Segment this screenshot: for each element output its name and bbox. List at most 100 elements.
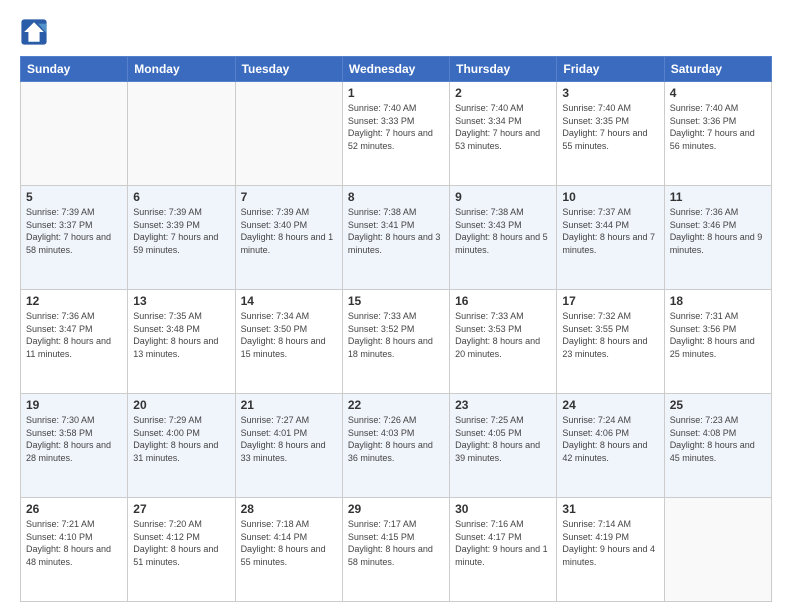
day-cell: 2 Sunrise: 7:40 AM Sunset: 3:34 PM Daylig… [450,82,557,186]
day-cell: 11 Sunrise: 7:36 AM Sunset: 3:46 PM Dayli… [664,186,771,290]
day-number: 21 [241,398,337,412]
day-cell [128,82,235,186]
day-cell: 9 Sunrise: 7:38 AM Sunset: 3:43 PM Daylig… [450,186,557,290]
day-info: Sunrise: 7:17 AM Sunset: 4:15 PM Dayligh… [348,518,444,568]
day-number: 29 [348,502,444,516]
day-cell [21,82,128,186]
day-number: 1 [348,86,444,100]
day-info: Sunrise: 7:20 AM Sunset: 4:12 PM Dayligh… [133,518,229,568]
day-cell: 5Sunrise: 7:39 AM Sunset: 3:37 PM Daylig… [21,186,128,290]
day-number: 8 [348,190,444,204]
day-number: 13 [133,294,229,308]
day-info: Sunrise: 7:27 AM Sunset: 4:01 PM Dayligh… [241,414,337,464]
day-cell: 10 Sunrise: 7:37 AM Sunset: 3:44 PM Dayli… [557,186,664,290]
day-info: Sunrise: 7:32 AM Sunset: 3:55 PM Dayligh… [562,310,658,360]
logo-icon [20,18,48,46]
page: SundayMondayTuesdayWednesdayThursdayFrid… [0,0,792,612]
day-info: Sunrise: 7:24 AM Sunset: 4:06 PM Dayligh… [562,414,658,464]
week-row-3: 12 Sunrise: 7:36 AM Sunset: 3:47 PM Dayli… [21,290,772,394]
day-cell: 6Sunrise: 7:39 AM Sunset: 3:39 PM Daylig… [128,186,235,290]
day-cell: 1 Sunrise: 7:40 AM Sunset: 3:33 PM Daylig… [342,82,449,186]
header-day-wednesday: Wednesday [342,57,449,82]
day-number: 16 [455,294,551,308]
day-number: 17 [562,294,658,308]
day-info: Sunrise: 7:33 AM Sunset: 3:53 PM Dayligh… [455,310,551,360]
day-number: 9 [455,190,551,204]
header-day-monday: Monday [128,57,235,82]
day-cell: 24 Sunrise: 7:24 AM Sunset: 4:06 PM Dayli… [557,394,664,498]
day-number: 25 [670,398,766,412]
day-cell: 21 Sunrise: 7:27 AM Sunset: 4:01 PM Dayli… [235,394,342,498]
day-cell: 26Sunrise: 7:21 AM Sunset: 4:10 PM Dayli… [21,498,128,602]
day-info: Sunrise: 7:38 AM Sunset: 3:43 PM Dayligh… [455,206,551,256]
day-number: 30 [455,502,551,516]
week-row-4: 19Sunrise: 7:30 AM Sunset: 3:58 PM Dayli… [21,394,772,498]
day-info: Sunrise: 7:29 AM Sunset: 4:00 PM Dayligh… [133,414,229,464]
day-info: Sunrise: 7:33 AM Sunset: 3:52 PM Dayligh… [348,310,444,360]
day-number: 11 [670,190,766,204]
day-cell: 27 Sunrise: 7:20 AM Sunset: 4:12 PM Dayli… [128,498,235,602]
day-number: 4 [670,86,766,100]
day-cell: 16 Sunrise: 7:33 AM Sunset: 3:53 PM Dayli… [450,290,557,394]
day-info: Sunrise: 7:36 AM Sunset: 3:46 PM Dayligh… [670,206,766,256]
day-info: Sunrise: 7:39 AM Sunset: 3:40 PM Dayligh… [241,206,337,256]
day-number: 24 [562,398,658,412]
day-info: Sunrise: 7:37 AM Sunset: 3:44 PM Dayligh… [562,206,658,256]
day-number: 12 [26,294,122,308]
header-day-saturday: Saturday [664,57,771,82]
logo [20,18,52,46]
day-cell [664,498,771,602]
day-info: Sunrise: 7:38 AM Sunset: 3:41 PM Dayligh… [348,206,444,256]
day-cell: 29 Sunrise: 7:17 AM Sunset: 4:15 PM Dayli… [342,498,449,602]
day-info: Sunrise: 7:31 AM Sunset: 3:56 PM Dayligh… [670,310,766,360]
day-cell: 4Sunrise: 7:40 AM Sunset: 3:36 PM Daylig… [664,82,771,186]
day-number: 27 [133,502,229,516]
day-info: Sunrise: 7:16 AM Sunset: 4:17 PM Dayligh… [455,518,551,568]
day-info: Sunrise: 7:40 AM Sunset: 3:34 PM Dayligh… [455,102,551,152]
day-cell: 31 Sunrise: 7:14 AM Sunset: 4:19 PM Dayli… [557,498,664,602]
day-info: Sunrise: 7:25 AM Sunset: 4:05 PM Dayligh… [455,414,551,464]
week-row-5: 26Sunrise: 7:21 AM Sunset: 4:10 PM Dayli… [21,498,772,602]
day-info: Sunrise: 7:36 AM Sunset: 3:47 PM Dayligh… [26,310,122,360]
day-info: Sunrise: 7:39 AM Sunset: 3:37 PM Dayligh… [26,206,122,256]
day-number: 22 [348,398,444,412]
day-number: 14 [241,294,337,308]
day-info: Sunrise: 7:21 AM Sunset: 4:10 PM Dayligh… [26,518,122,568]
day-info: Sunrise: 7:40 AM Sunset: 3:33 PM Dayligh… [348,102,444,152]
day-number: 3 [562,86,658,100]
day-info: Sunrise: 7:40 AM Sunset: 3:35 PM Dayligh… [562,102,658,152]
day-number: 18 [670,294,766,308]
day-cell: 17 Sunrise: 7:32 AM Sunset: 3:55 PM Dayli… [557,290,664,394]
day-number: 6 [133,190,229,204]
day-cell: 3 Sunrise: 7:40 AM Sunset: 3:35 PM Daylig… [557,82,664,186]
calendar-header: SundayMondayTuesdayWednesdayThursdayFrid… [21,57,772,82]
day-cell: 30 Sunrise: 7:16 AM Sunset: 4:17 PM Dayli… [450,498,557,602]
day-info: Sunrise: 7:18 AM Sunset: 4:14 PM Dayligh… [241,518,337,568]
day-cell [235,82,342,186]
day-info: Sunrise: 7:23 AM Sunset: 4:08 PM Dayligh… [670,414,766,464]
day-number: 31 [562,502,658,516]
header [20,18,772,46]
day-info: Sunrise: 7:14 AM Sunset: 4:19 PM Dayligh… [562,518,658,568]
header-day-thursday: Thursday [450,57,557,82]
header-row: SundayMondayTuesdayWednesdayThursdayFrid… [21,57,772,82]
day-cell: 8 Sunrise: 7:38 AM Sunset: 3:41 PM Daylig… [342,186,449,290]
day-info: Sunrise: 7:30 AM Sunset: 3:58 PM Dayligh… [26,414,122,464]
day-cell: 18 Sunrise: 7:31 AM Sunset: 3:56 PM Dayli… [664,290,771,394]
day-cell: 19Sunrise: 7:30 AM Sunset: 3:58 PM Dayli… [21,394,128,498]
calendar-table: SundayMondayTuesdayWednesdayThursdayFrid… [20,56,772,602]
day-number: 20 [133,398,229,412]
day-number: 10 [562,190,658,204]
day-info: Sunrise: 7:26 AM Sunset: 4:03 PM Dayligh… [348,414,444,464]
header-day-sunday: Sunday [21,57,128,82]
day-cell: 12 Sunrise: 7:36 AM Sunset: 3:47 PM Dayli… [21,290,128,394]
header-day-tuesday: Tuesday [235,57,342,82]
day-number: 15 [348,294,444,308]
day-number: 2 [455,86,551,100]
day-number: 7 [241,190,337,204]
day-cell: 28Sunrise: 7:18 AM Sunset: 4:14 PM Dayli… [235,498,342,602]
day-cell: 23Sunrise: 7:25 AM Sunset: 4:05 PM Dayli… [450,394,557,498]
day-cell: 22 Sunrise: 7:26 AM Sunset: 4:03 PM Dayli… [342,394,449,498]
week-row-2: 5Sunrise: 7:39 AM Sunset: 3:37 PM Daylig… [21,186,772,290]
day-cell: 25 Sunrise: 7:23 AM Sunset: 4:08 PM Dayli… [664,394,771,498]
